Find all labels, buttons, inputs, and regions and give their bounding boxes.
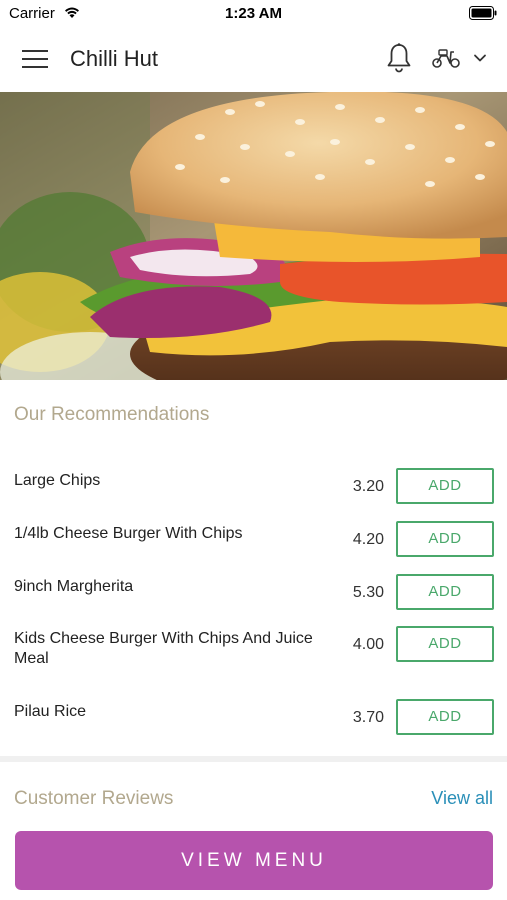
view-all-link[interactable]: View all [431,788,493,809]
status-bar: Carrier 1:23 AM [0,0,507,28]
item-price: 3.20 [352,478,384,495]
scooter-icon[interactable] [430,46,462,70]
recommendations-title: Our Recommendations [14,404,210,425]
item-name: 9inch Margherita [14,578,134,595]
view-menu-button[interactable]: VIEW MENU [15,831,493,890]
add-button[interactable]: ADD [396,626,494,662]
add-button[interactable]: ADD [396,521,494,557]
section-divider [0,756,507,762]
item-price: 3.70 [352,709,384,726]
bell-icon[interactable] [386,42,412,74]
status-time: 1:23 AM [225,5,282,22]
menu-icon[interactable] [22,50,48,70]
add-button[interactable]: ADD [396,574,494,610]
item-name: 1/4lb Cheese Burger With Chips [14,525,243,542]
item-price: 5.30 [352,584,384,601]
item-price: 4.00 [352,636,384,653]
chevron-down-icon[interactable] [472,52,488,64]
app-header: Chilli Hut [0,28,507,92]
reviews-title: Customer Reviews [14,788,174,809]
battery-icon [469,6,497,20]
hero-image [0,92,507,380]
item-name: Kids Cheese Burger With Chips And Juice … [14,630,313,667]
item-name: Pilau Rice [14,703,87,720]
item-price: 4.20 [352,531,384,548]
add-button[interactable]: ADD [396,699,494,735]
app-title: Chilli Hut [70,46,159,71]
add-button[interactable]: ADD [396,468,494,504]
item-name: Large Chips [14,472,101,489]
burger-photo [0,92,507,380]
